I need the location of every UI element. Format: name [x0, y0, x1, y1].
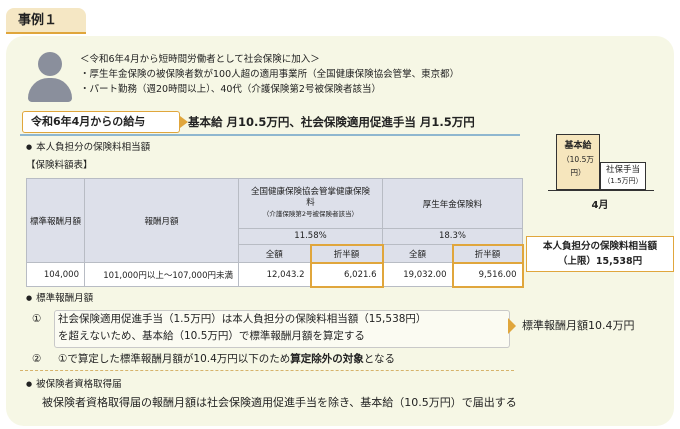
- pension-half-cell: 9,516.00: [451, 261, 524, 288]
- health-full-header: 全額: [238, 244, 311, 263]
- step2-post: となる: [363, 353, 395, 365]
- step2-number: ②: [32, 353, 42, 365]
- section-premium-label: 本人負担分の保険料相当額: [36, 142, 151, 153]
- range-cell: 101,000円以上～107,000円未満: [84, 262, 239, 287]
- health-note: （介護保険第2号被保険者該当）: [262, 210, 359, 218]
- section-notice-heading: ● 被保険者資格取得届: [26, 378, 122, 391]
- health-header: 全国健康保険協会管掌健康保険料 （介護保険第2号被保険者該当）: [238, 178, 383, 229]
- health-title: 全国健康保険協会管掌健康保険料: [250, 187, 370, 208]
- limit-line-2: （上限）15,538円: [557, 256, 643, 267]
- section-notice-label: 被保険者資格取得届: [36, 379, 122, 390]
- allowance-bar: 社保手当 （1.5万円）: [600, 162, 646, 190]
- limit-line-1: 本人負担分の保険料相当額: [542, 241, 657, 252]
- profile-line: ＜令和6年4月から短時間労働者として社会保険に加入＞: [80, 54, 320, 65]
- pension-header: 厚生年金保険料: [382, 178, 523, 229]
- pension-full-cell: 19,032.00: [382, 262, 453, 287]
- health-half-cell: 6,021.6: [309, 261, 384, 288]
- result-arrow-icon: [508, 318, 516, 334]
- divider: [20, 134, 520, 136]
- step1-line-1: 社会保険適用促進手当（1.5万円）は本人負担分の保険料相当額（15,538円）: [58, 313, 427, 325]
- profile-description: ＜令和6年4月から短時間労働者として社会保険に加入＞ ・厚生年金保険の被保険者数…: [80, 52, 459, 97]
- bullet-icon: ●: [26, 143, 33, 151]
- health-full-cell: 12,043.2: [238, 262, 311, 287]
- case-label: 事例１: [6, 8, 86, 34]
- grade-cell: 104,000: [26, 262, 85, 287]
- col-range-header: 報酬月額: [84, 178, 239, 263]
- final-statement: 被保険者資格取得届の報酬月額は社会保険適用促進手当を除き、基本給（10.5万円）…: [42, 396, 517, 409]
- step1-result: 標準報酬月額10.4万円: [522, 319, 635, 332]
- step2: ② ①で算定した標準報酬月額が10.4万円以下のため算定除外の対象となる: [32, 351, 512, 368]
- health-rate: 11.58%: [238, 228, 383, 245]
- health-half-header: 折半額: [309, 243, 384, 264]
- table-title: 【保険料額表】: [26, 160, 93, 171]
- step2-text: ①で算定した標準報酬月額が10.4万円以下のため算定除外の対象となる: [58, 351, 512, 368]
- profile-line: ・パート勤務（週20時間以上）、40代（介護保険第2号被保険者該当）: [80, 84, 381, 95]
- table-row: 104,000 101,000円以上～107,000円未満 12,043.2 6…: [26, 261, 524, 288]
- pension-rate: 18.3%: [382, 228, 523, 245]
- profile-line: ・厚生年金保険の被保険者数が100人超の適用事業所（全国健康保険協会管掌、東京都…: [80, 69, 460, 80]
- premium-table: 標準報酬月額 報酬月額 全国健康保険協会管掌健康保険料 （介護保険第2号被保険者…: [26, 178, 524, 288]
- base-salary-value: （10.5万円）: [562, 155, 594, 177]
- bullet-icon: ●: [26, 380, 33, 388]
- allowance-label: 社保手当: [605, 165, 640, 175]
- base-salary-label: 基本給: [564, 141, 592, 151]
- bullet-icon: ●: [26, 294, 33, 302]
- month-label: 4月: [591, 200, 609, 211]
- allowance-value: （1.5万円）: [603, 177, 643, 185]
- pension-full-header: 全額: [382, 244, 453, 263]
- base-salary-bar: 基本給 （10.5万円）: [556, 134, 600, 190]
- step1-line-2: を超えないため、基本給（10.5万円）で標準報酬月額を算定する: [58, 330, 365, 342]
- person-icon: [28, 52, 72, 102]
- step1-number: ①: [32, 313, 42, 325]
- col-grade-header: 標準報酬月額: [26, 178, 85, 263]
- divider: [20, 370, 514, 371]
- pension-half-header: 折半額: [451, 243, 524, 264]
- premium-limit-box: 本人負担分の保険料相当額 （上限）15,538円: [526, 236, 674, 272]
- section-premium-heading: ● 本人負担分の保険料相当額: [26, 141, 150, 154]
- step2-pre: ①で算定した標準報酬月額が10.4万円以下のため: [58, 353, 291, 365]
- salary-text: 基本給 月10.5万円、社会保険適用促進手当 月1.5万円: [188, 115, 475, 129]
- step1: ① 社会保険適用促進手当（1.5万円）は本人負担分の保険料相当額（15,538円…: [32, 311, 512, 345]
- step2-emphasis: 算定除外の対象: [290, 353, 364, 365]
- section-grade-heading: ● 標準報酬月額: [26, 292, 93, 305]
- bar-baseline: [548, 190, 654, 191]
- section-grade-label: 標準報酬月額: [36, 293, 94, 304]
- salary-tag: 令和6年4月からの給与: [22, 111, 188, 133]
